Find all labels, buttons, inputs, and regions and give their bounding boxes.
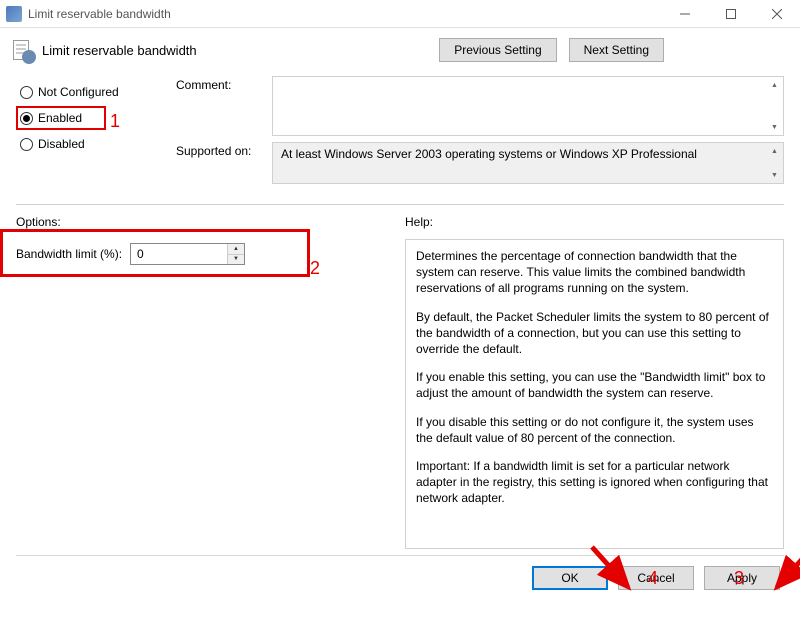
radio-label: Not Configured (38, 85, 119, 99)
supported-label: Supported on: (176, 142, 262, 184)
supported-box: At least Windows Server 2003 operating s… (272, 142, 784, 184)
radio-disabled[interactable]: Disabled (16, 132, 176, 156)
previous-setting-button[interactable]: Previous Setting (439, 38, 556, 62)
radio-not-configured[interactable]: Not Configured (16, 80, 176, 104)
help-pane: Help: Determines the percentage of conne… (405, 213, 784, 549)
bandwidth-label: Bandwidth limit (%): (16, 247, 122, 261)
radio-icon (20, 138, 33, 151)
maximize-button[interactable] (708, 0, 754, 28)
radio-label: Disabled (38, 137, 85, 151)
scroll-down-icon[interactable]: ▼ (767, 168, 782, 182)
titlebar: Limit reservable bandwidth (0, 0, 800, 28)
bandwidth-spinner[interactable]: ▲ ▼ (130, 243, 245, 265)
configuration-area: Not Configured Enabled Disabled Comment:… (0, 76, 800, 198)
help-body: Determines the percentage of connection … (405, 239, 784, 549)
comment-label: Comment: (176, 76, 262, 136)
radio-icon (20, 112, 33, 125)
ok-button[interactable]: OK (532, 566, 608, 590)
radio-icon (20, 86, 33, 99)
minimize-button[interactable] (662, 0, 708, 28)
close-button[interactable] (754, 0, 800, 28)
state-column: Not Configured Enabled Disabled (16, 76, 176, 190)
apply-button[interactable]: Apply (704, 566, 780, 590)
supported-text: At least Windows Server 2003 operating s… (281, 147, 697, 161)
options-body: Bandwidth limit (%): ▲ ▼ (16, 239, 395, 549)
app-icon (6, 6, 22, 22)
window-title: Limit reservable bandwidth (28, 7, 662, 21)
spinner-down-button[interactable]: ▼ (228, 254, 244, 264)
header: Limit reservable bandwidth Previous Sett… (0, 28, 800, 76)
cancel-button[interactable]: Cancel (618, 566, 694, 590)
comment-input[interactable]: ▲ ▼ (272, 76, 784, 136)
help-header: Help: (405, 213, 784, 239)
spinner-up-button[interactable]: ▲ (228, 244, 244, 254)
footer: OK Cancel Apply (0, 556, 800, 590)
radio-enabled[interactable]: Enabled (16, 106, 106, 130)
scroll-down-icon[interactable]: ▼ (767, 120, 782, 134)
radio-label: Enabled (38, 111, 82, 125)
next-setting-button[interactable]: Next Setting (569, 38, 664, 62)
help-paragraph: Determines the percentage of connection … (416, 248, 773, 297)
options-header: Options: (16, 213, 395, 239)
lower-panes: Options: Bandwidth limit (%): ▲ ▼ Help: … (0, 205, 800, 549)
policy-icon (10, 38, 34, 62)
scroll-up-icon[interactable]: ▲ (767, 144, 782, 158)
bandwidth-input[interactable] (131, 244, 227, 264)
help-paragraph: By default, the Packet Scheduler limits … (416, 309, 773, 358)
page-title: Limit reservable bandwidth (42, 43, 197, 58)
help-paragraph: If you disable this setting or do not co… (416, 414, 773, 446)
options-pane: Options: Bandwidth limit (%): ▲ ▼ (16, 213, 395, 549)
help-paragraph: If you enable this setting, you can use … (416, 369, 773, 401)
scroll-up-icon[interactable]: ▲ (767, 78, 782, 92)
help-paragraph: Important: If a bandwidth limit is set f… (416, 458, 773, 507)
